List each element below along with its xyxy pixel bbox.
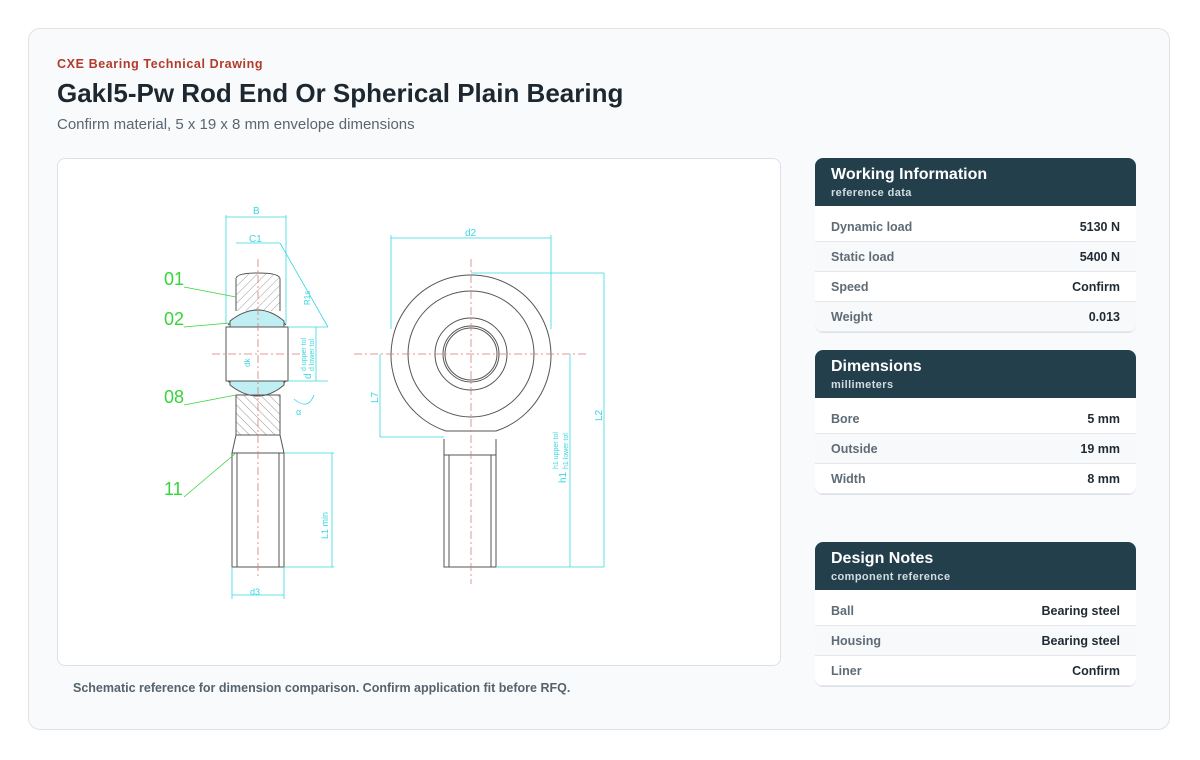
callout-01: 01 [164,269,184,289]
content-card: CXE Bearing Technical Drawing Gakl5-Pw R… [28,28,1170,730]
ball-cap-bottom [229,380,285,397]
dim-alpha-arc [293,394,315,405]
callout-11: 11 [164,479,183,499]
panel-design-notes: Design Notes component reference Ball Be… [815,542,1136,686]
side-view [225,272,289,568]
label-d-upper: d upper tol [301,337,308,371]
spec-value: 5400 N [1079,249,1120,264]
spec-row-bore: Bore 5 mm [815,404,1136,434]
spec-row-static-load: Static load 5400 N [815,242,1136,272]
label-h1: h1 [558,471,569,483]
spec-row-dynamic-load: Dynamic load 5130 N [815,212,1136,242]
spec-value: 5130 N [1079,219,1120,234]
page-title: Gakl5-Pw Rod End Or Spherical Plain Bear… [57,78,624,108]
spec-row-weight: Weight 0.013 [815,302,1136,332]
panel-dimensions: Dimensions millimeters Bore 5 mm Outside… [815,350,1136,494]
spec-label: Dynamic load [831,219,913,234]
spec-label: Housing [831,633,881,648]
label-r1s: R1s [303,291,312,305]
spec-value: 8 mm [1087,471,1120,486]
panel-subtitle: component reference [831,571,951,583]
spec-row-outside: Outside 19 mm [815,434,1136,464]
panel-header: Dimensions millimeters [815,350,1136,398]
callout-11-leader [183,452,237,498]
label-h1-upper: h1 upper tol [553,432,560,469]
label-d-lower: d lower tol [309,339,316,371]
technical-drawing: B C1 R1s d upper tol d lower tol d dk α … [57,158,781,666]
callouts [183,286,237,498]
drawing-canvas: B C1 R1s d upper tol d lower tol d dk α … [164,206,605,599]
panel-header: Design Notes component reference [815,542,1136,590]
front-dimensions [379,235,605,568]
spec-label: Static load [831,249,895,264]
spec-value: Confirm [1072,663,1120,678]
spec-value: 19 mm [1080,441,1120,456]
spec-value: 0.013 [1088,309,1120,324]
spec-label: Weight [831,309,873,324]
label-dk: dk [243,358,252,367]
spec-row-speed: Speed Confirm [815,272,1136,302]
label-alpha: α [296,407,301,417]
label-l2: L2 [594,409,605,421]
label-b: B [253,206,260,217]
panel-subtitle: reference data [831,187,912,199]
spec-rows: Dynamic load 5130 N Static load 5400 N S… [815,206,1136,332]
spec-rows: Ball Bearing steel Housing Bearing steel… [815,590,1136,686]
label-l1: L1 min [320,512,330,539]
spec-value: 5 mm [1087,411,1120,426]
spec-label: Width [831,471,866,486]
callout-01-leader [183,286,237,298]
spec-row-liner: Liner Confirm [815,656,1136,686]
spec-label: Outside [831,441,878,456]
spec-row-ball: Ball Bearing steel [815,596,1136,626]
panel-title: Dimensions [831,358,922,375]
label-c1: C1 [249,234,262,245]
spec-value: Bearing steel [1041,633,1120,648]
callout-02-leader [183,322,231,328]
spec-row-housing: Housing Bearing steel [815,626,1136,656]
spec-label: Speed [831,279,869,294]
spec-label: Ball [831,603,854,618]
spec-rows: Bore 5 mm Outside 19 mm Width 8 mm [815,398,1136,494]
panel-subtitle: millimeters [831,379,894,391]
callout-02: 02 [164,309,184,329]
label-d2: d2 [465,228,477,239]
drawing-caption: Schematic reference for dimension compar… [73,681,571,695]
panel-header: Working Information reference data [815,158,1136,206]
callout-08: 08 [164,387,184,407]
page-subtitle: Confirm material, 5 x 19 x 8 mm envelope… [57,116,415,133]
panel-title: Working Information [831,166,988,183]
eyebrow-label: CXE Bearing Technical Drawing [57,57,264,71]
spec-value: Confirm [1072,279,1120,294]
spec-label: Bore [831,411,860,426]
panel-title: Design Notes [831,550,934,567]
label-d3: d3 [250,587,260,597]
panel-working-information: Working Information reference data Dynam… [815,158,1136,332]
label-d: d [303,373,314,379]
label-l7: L7 [370,391,381,403]
spec-label: Liner [831,663,862,678]
spec-row-width: Width 8 mm [815,464,1136,494]
front-shank [443,439,497,568]
dim-r1s-leader [279,242,329,328]
label-h1-lower: h1 lower tol [563,433,570,469]
callout-08-leader [183,394,237,406]
ball-cap-top [229,309,285,328]
spec-value: Bearing steel [1041,603,1120,618]
